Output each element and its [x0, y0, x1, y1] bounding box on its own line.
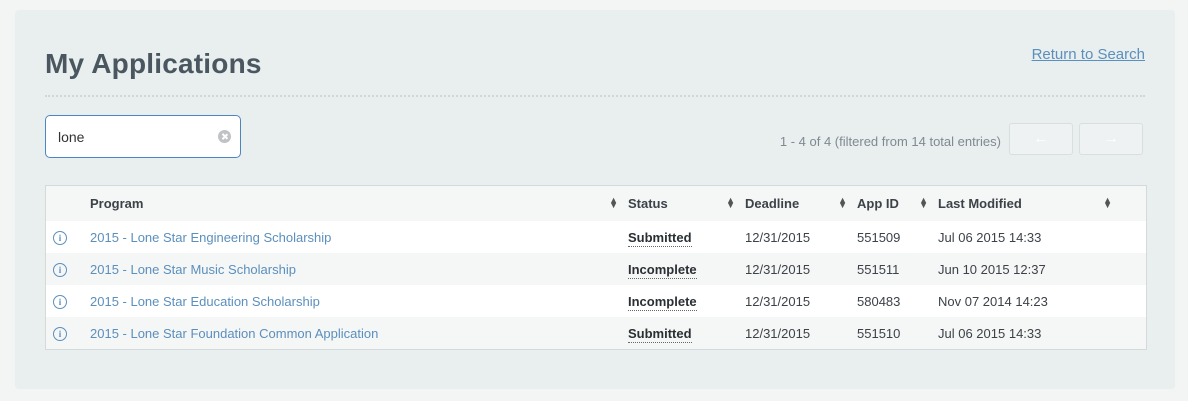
program-link[interactable]: 2015 - Lone Star Education Scholarship — [90, 294, 320, 309]
status-value: Incomplete — [628, 293, 697, 311]
table-row: i 2015 - Lone Star Engineering Scholarsh… — [46, 221, 1146, 253]
sort-icon[interactable]: ▲ ▼ — [838, 196, 847, 210]
column-header-app-id[interactable]: App ID ▲ ▼ — [857, 186, 938, 221]
sort-icon[interactable]: ▲ ▼ — [919, 196, 928, 210]
info-icon[interactable]: i — [53, 231, 67, 245]
table-row: i 2015 - Lone Star Foundation Common App… — [46, 317, 1146, 349]
info-icon[interactable]: i — [53, 327, 67, 341]
last-modified-value: Jul 06 2015 14:33 — [938, 229, 1042, 245]
search-input[interactable] — [58, 116, 218, 157]
applications-table: Program ▲ ▼ Status ▲ ▼ Deadline ▲ ▼ App ID … — [45, 185, 1147, 350]
arrow-left-icon: ← — [1033, 130, 1049, 147]
column-header-status[interactable]: Status ▲ ▼ — [628, 186, 745, 221]
last-modified-value: Jul 06 2015 14:33 — [938, 325, 1042, 341]
program-link[interactable]: 2015 - Lone Star Engineering Scholarship — [90, 230, 331, 245]
applications-panel: My Applications Return to Search 1 - 4 o… — [15, 10, 1175, 389]
last-modified-value: Jun 10 2015 12:37 — [938, 261, 1046, 277]
app-id-value: 551511 — [857, 261, 900, 277]
arrow-right-icon: → — [1103, 130, 1119, 147]
page-title: My Applications — [45, 48, 262, 79]
deadline-value: 12/31/2015 — [745, 229, 811, 245]
header-spacer — [46, 186, 90, 221]
clear-search-icon[interactable] — [218, 130, 231, 143]
program-link[interactable]: 2015 - Lone Star Music Scholarship — [90, 262, 296, 277]
column-header-deadline[interactable]: Deadline ▲ ▼ — [745, 186, 857, 221]
divider — [45, 95, 1145, 97]
previous-page-button[interactable]: ← — [1009, 123, 1073, 155]
sort-icon[interactable]: ▲ ▼ — [609, 196, 618, 210]
last-modified-value: Nov 07 2014 14:23 — [938, 293, 1048, 309]
deadline-value: 12/31/2015 — [745, 325, 811, 341]
search-field[interactable] — [45, 115, 241, 158]
status-value: Submitted — [628, 229, 692, 247]
sort-icon[interactable]: ▲ ▼ — [726, 196, 735, 210]
deadline-value: 12/31/2015 — [745, 261, 811, 277]
column-header-last-modified[interactable]: Last Modified ▲ ▼ — [938, 186, 1146, 221]
table-row: i 2015 - Lone Star Music Scholarship Inc… — [46, 253, 1146, 285]
deadline-value: 12/31/2015 — [745, 293, 811, 309]
column-header-program[interactable]: Program ▲ ▼ — [90, 186, 628, 221]
info-icon[interactable]: i — [53, 263, 67, 277]
table-row: i 2015 - Lone Star Education Scholarship… — [46, 285, 1146, 317]
status-value: Submitted — [628, 325, 692, 343]
app-id-value: 580483 — [857, 293, 901, 309]
info-icon[interactable]: i — [53, 295, 67, 309]
status-value: Incomplete — [628, 261, 697, 279]
return-to-search-link[interactable]: Return to Search — [1032, 46, 1145, 63]
app-id-value: 551510 — [857, 325, 901, 341]
pager-info: 1 - 4 of 4 (filtered from 14 total entri… — [779, 134, 1001, 149]
table-header-row: Program ▲ ▼ Status ▲ ▼ Deadline ▲ ▼ App ID … — [46, 186, 1146, 221]
sort-icon[interactable]: ▲ ▼ — [1103, 196, 1112, 210]
app-id-value: 551509 — [857, 229, 901, 245]
program-link[interactable]: 2015 - Lone Star Foundation Common Appli… — [90, 326, 378, 341]
next-page-button[interactable]: → — [1079, 123, 1143, 155]
